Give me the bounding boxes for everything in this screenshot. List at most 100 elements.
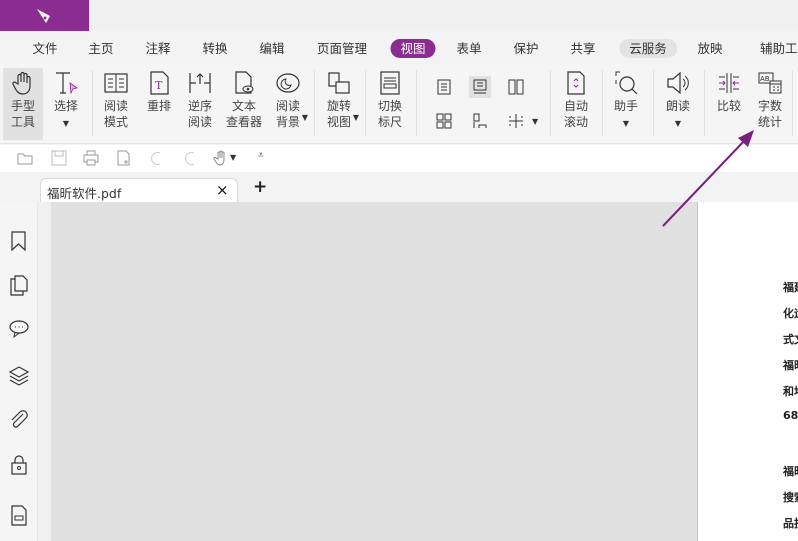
split-view-icon[interactable] <box>505 110 527 132</box>
close-tab-icon[interactable]: × <box>216 181 229 199</box>
reverse-read-button[interactable]: 逆序 阅读 <box>184 68 216 132</box>
compare-label: 比较 <box>716 99 741 113</box>
new-tab-button[interactable]: + <box>253 177 267 197</box>
page-text-line: 式文 <box>783 333 798 346</box>
menu-edit[interactable]: 编辑 <box>249 39 294 58</box>
page-text-line: 品技 <box>783 517 798 530</box>
page-text-line: 福建 <box>783 281 798 294</box>
assistant-button[interactable]: 助手 ▼ <box>610 68 642 134</box>
text-viewer-button[interactable]: 文本 查看器 <box>223 68 265 132</box>
read-background-button[interactable]: 阅读 背景 ▼ <box>272 68 308 132</box>
app-logo <box>0 0 89 31</box>
page-text-line: 福昕 <box>783 359 798 372</box>
ribbon: 手型 工具 选择 ▼ 阅读 模式 T 重排 逆序 阅读 文本 查看器 阅读 背景 ▼… <box>0 64 798 144</box>
pdf-page[interactable]: 福建 化运 式文 福昕 和地 688 福昕 搜索 品技 <box>697 202 798 541</box>
continuous-page-icon[interactable] <box>469 76 491 98</box>
attachment-icon[interactable] <box>8 409 30 431</box>
menu-protect[interactable]: 保护 <box>503 39 548 58</box>
pages-icon[interactable] <box>8 274 30 296</box>
menu-comment[interactable]: 注释 <box>135 39 180 58</box>
page-text-line: 福昕 <box>783 465 798 478</box>
select-button[interactable]: 选择 ▼ <box>50 68 82 134</box>
reverse-icon <box>189 73 211 93</box>
assistant-label: 助手 <box>613 99 638 113</box>
document-tab-title: 福昕软件.pdf <box>47 186 122 201</box>
hand-tool-label: 手型 工具 <box>10 99 35 129</box>
compare-button[interactable]: 比较 <box>713 68 745 116</box>
hand-caret-icon[interactable]: ▼ <box>230 153 236 162</box>
continuous-facing-icon[interactable] <box>433 110 455 132</box>
print-icon[interactable] <box>82 149 100 167</box>
form-fields-icon[interactable] <box>8 504 30 526</box>
reverse-read-label: 逆序 阅读 <box>187 99 212 129</box>
single-page-icon[interactable] <box>433 76 455 98</box>
auto-scroll-button[interactable]: 自动 滚动 <box>560 68 592 132</box>
page-text-line: 化运 <box>783 307 798 320</box>
cover-page-icon[interactable] <box>469 110 491 132</box>
toggle-ruler-button[interactable]: 切换 标尺 <box>374 68 406 132</box>
word-count-button[interactable]: AB 字数 统计 <box>754 68 786 132</box>
facing-page-icon[interactable] <box>505 76 527 98</box>
document-tab[interactable]: 福昕软件.pdf × <box>40 178 238 202</box>
page-text-line: 搜索 <box>783 491 798 504</box>
svg-text:AB: AB <box>760 75 770 83</box>
quick-access-toolbar: ▼ ⩡ <box>0 145 798 172</box>
menu-view[interactable]: 视图 <box>390 39 436 58</box>
title-bar <box>0 0 798 31</box>
svg-text:T: T <box>155 79 163 92</box>
speaker-icon <box>667 71 689 95</box>
read-background-label: 阅读 背景 <box>275 99 300 129</box>
left-sidebar <box>0 202 37 541</box>
select-label: 选择 <box>53 99 78 113</box>
reflow-label: 重排 <box>146 99 171 113</box>
customize-toolbar-icon[interactable]: ⩡ <box>258 150 264 161</box>
layers-icon[interactable] <box>8 364 30 386</box>
caret-down-icon: ▼ <box>62 119 70 128</box>
new-document-icon[interactable] <box>115 149 133 167</box>
word-count-label: 字数 统计 <box>757 99 782 129</box>
rotate-icon <box>328 72 350 94</box>
read-mode-label: 阅读 模式 <box>103 99 128 129</box>
security-lock-icon[interactable] <box>8 454 30 476</box>
menu-accessibility[interactable]: 辅助工具 <box>750 39 798 58</box>
toggle-ruler-label: 切换 标尺 <box>377 99 402 129</box>
undo-icon[interactable] <box>148 149 166 167</box>
hand-tool-button[interactable]: 手型 工具 <box>3 68 43 140</box>
menu-cloud[interactable]: 云服务 <box>619 39 677 58</box>
menu-form[interactable]: 表单 <box>446 39 491 58</box>
menu-bar: 文件 主页 注释 转换 编辑 页面管理 视图 表单 保护 共享 云服务 放映 辅… <box>0 31 798 64</box>
read-aloud-button[interactable]: 朗读 ▼ <box>662 68 694 134</box>
ruler-icon <box>380 71 400 95</box>
read-aloud-label: 朗读 <box>665 99 690 113</box>
bookmark-icon[interactable] <box>8 230 30 252</box>
menu-convert[interactable]: 转换 <box>192 39 237 58</box>
text-select-icon <box>56 72 78 95</box>
sidebar-panel-edge <box>37 202 51 541</box>
auto-scroll-icon <box>567 71 585 95</box>
menu-home[interactable]: 主页 <box>78 39 123 58</box>
hand-icon <box>12 71 31 95</box>
reflow-button[interactable]: T 重排 <box>143 68 175 116</box>
open-folder-icon[interactable] <box>16 149 34 167</box>
word-count-icon: AB <box>758 72 782 94</box>
assistant-icon <box>615 71 638 95</box>
rotate-view-label: 旋转 视图 <box>326 99 351 129</box>
comments-icon[interactable] <box>8 318 30 340</box>
save-icon[interactable] <box>50 149 68 167</box>
menu-file[interactable]: 文件 <box>22 39 67 58</box>
menu-page-manage[interactable]: 页面管理 <box>307 39 377 58</box>
hand-tool-small-icon[interactable] <box>212 149 230 167</box>
menu-slideshow[interactable]: 放映 <box>687 39 732 58</box>
split-caret-icon[interactable]: ▼ <box>532 117 538 126</box>
menu-share[interactable]: 共享 <box>560 39 605 58</box>
redo-icon[interactable] <box>182 149 200 167</box>
read-mode-button[interactable]: 阅读 模式 <box>100 68 132 132</box>
rotate-view-button[interactable]: 旋转 视图 ▼ <box>323 68 359 132</box>
compare-icon <box>719 73 739 93</box>
page-text-line: 和地 <box>783 385 798 398</box>
text-viewer-icon <box>235 71 254 94</box>
auto-scroll-label: 自动 滚动 <box>563 99 588 129</box>
document-canvas[interactable] <box>51 202 697 541</box>
text-viewer-label: 文本 查看器 <box>225 99 263 129</box>
reflow-icon: T <box>150 71 169 95</box>
